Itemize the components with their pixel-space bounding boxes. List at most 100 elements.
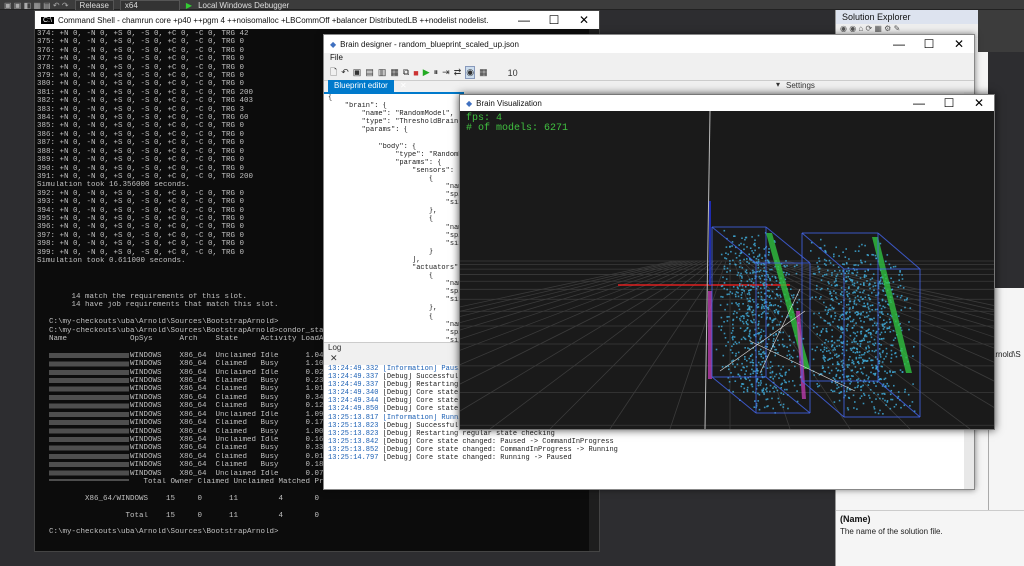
play-icon[interactable]: ▶ bbox=[186, 1, 192, 10]
neuron-dot bbox=[749, 337, 752, 339]
viz-maximize-button[interactable]: ☐ bbox=[934, 95, 964, 111]
neuron-dot bbox=[875, 257, 877, 260]
json-editor[interactable]: { "brain": { "name": "RandomModel", "typ… bbox=[324, 92, 464, 342]
neuron-dot bbox=[748, 307, 750, 309]
neuron-dot bbox=[854, 401, 856, 403]
step-count-field[interactable]: 10 bbox=[508, 68, 518, 78]
neuron-dot bbox=[760, 296, 763, 298]
neuron-dot bbox=[875, 356, 877, 358]
neuron-dot bbox=[824, 342, 826, 344]
neuron-dot bbox=[763, 248, 766, 250]
neuron-dot bbox=[812, 358, 815, 361]
neuron-dot bbox=[900, 294, 903, 297]
minimize-button[interactable]: — bbox=[509, 11, 539, 29]
neuron-dot bbox=[774, 297, 777, 299]
designer-titlebar[interactable]: ◆ Brain designer - random_blueprint_scal… bbox=[324, 35, 974, 53]
run-icon[interactable]: ▶ bbox=[423, 67, 430, 78]
neuron-dot bbox=[873, 317, 875, 320]
neuron-dot bbox=[744, 356, 746, 358]
viz-close-button[interactable]: ✕ bbox=[964, 95, 994, 111]
neuron-dot bbox=[757, 255, 759, 258]
debugger-button[interactable]: Local Windows Debugger bbox=[198, 1, 289, 10]
neuron-dot bbox=[864, 270, 866, 273]
neuron-dot bbox=[816, 346, 818, 348]
maximize-button[interactable]: ☐ bbox=[539, 11, 569, 29]
neuron-dot bbox=[849, 356, 851, 358]
neuron-dot bbox=[749, 355, 752, 357]
export-icon[interactable]: ▦ bbox=[390, 67, 399, 78]
neuron-dot bbox=[772, 407, 774, 410]
neuron-dot bbox=[883, 358, 885, 360]
save-all-icon[interactable]: ▥ bbox=[378, 67, 387, 78]
eye-icon[interactable]: ◉ bbox=[465, 66, 476, 79]
neuron-dot bbox=[778, 372, 781, 375]
neuron-dot bbox=[849, 307, 851, 309]
step-icon[interactable]: ⇥ bbox=[442, 67, 450, 78]
neuron-dot bbox=[760, 335, 763, 337]
designer-maximize-button[interactable]: ☐ bbox=[914, 35, 944, 53]
neuron-dot bbox=[723, 268, 726, 270]
neuron-dot bbox=[758, 332, 760, 335]
neuron-dot bbox=[746, 312, 749, 314]
neuron-dot bbox=[863, 289, 865, 292]
log-close-icon[interactable]: ✕ bbox=[330, 353, 338, 364]
json-line: "name" bbox=[328, 223, 464, 232]
menu-file[interactable]: File bbox=[330, 53, 343, 62]
neuron-dot bbox=[886, 372, 888, 374]
neuron-dot bbox=[731, 352, 734, 354]
neuron-dot bbox=[832, 363, 834, 366]
neuron-dot bbox=[904, 388, 906, 391]
step-over-icon[interactable]: ⇄ bbox=[454, 67, 462, 78]
neuron-dot bbox=[763, 393, 765, 395]
neuron-dot bbox=[760, 291, 763, 294]
copy-icon[interactable]: ⧉ bbox=[403, 67, 409, 78]
neuron-dot bbox=[757, 324, 759, 326]
settings-dropdown-icon[interactable]: ▾ bbox=[776, 80, 780, 89]
vs-toolbar-row: ▣ ▣ ◧ ▦ ▤ ↶ ↷ Release x64 ▶ Local Window… bbox=[0, 0, 440, 11]
designer-close-button[interactable]: ✕ bbox=[944, 35, 974, 53]
neuron-dot bbox=[848, 300, 851, 303]
pause-icon[interactable]: ⏸ bbox=[434, 67, 439, 78]
neuron-dot bbox=[756, 372, 758, 375]
tab-close-icon[interactable]: ✕ bbox=[400, 80, 407, 92]
undo-icon[interactable]: ↶ bbox=[341, 67, 349, 78]
blueprint-tab[interactable]: Blueprint editor bbox=[328, 80, 394, 92]
neuron-dot bbox=[884, 331, 886, 333]
json-line: "body": { bbox=[328, 142, 417, 151]
console-line: 14 have job requirements that match this… bbox=[49, 301, 279, 310]
viz-minimize-button[interactable]: — bbox=[904, 95, 934, 111]
neuron-dot bbox=[861, 326, 864, 329]
neuron-dot bbox=[769, 302, 771, 304]
stop-icon[interactable]: ■ bbox=[413, 68, 418, 78]
neuron-dot bbox=[874, 254, 877, 257]
viz-background bbox=[460, 111, 994, 429]
close-button[interactable]: ✕ bbox=[569, 11, 599, 29]
viz-canvas[interactable] bbox=[460, 111, 994, 429]
neuron-dot bbox=[875, 324, 878, 327]
neuron-dot bbox=[770, 297, 773, 300]
platform-select[interactable]: x64 bbox=[119, 0, 180, 11]
save-icon[interactable]: ▤ bbox=[365, 67, 374, 78]
neuron-dot bbox=[822, 275, 824, 277]
neuron-dot bbox=[852, 346, 855, 349]
config-select[interactable]: Release bbox=[74, 0, 114, 11]
new-icon[interactable]: 🗋 bbox=[330, 65, 337, 81]
neuron-dot bbox=[822, 351, 824, 353]
neuron-dot bbox=[796, 264, 798, 266]
neuron-dot bbox=[894, 337, 897, 339]
neuron-dot bbox=[733, 336, 736, 338]
neuron-dot bbox=[798, 298, 801, 301]
neuron-dot bbox=[720, 253, 723, 256]
neuron-dot bbox=[741, 288, 744, 291]
neuron-dot bbox=[760, 307, 763, 310]
neuron-dot bbox=[734, 235, 736, 237]
designer-minimize-button[interactable]: — bbox=[884, 35, 914, 53]
open-icon[interactable]: ▣ bbox=[353, 67, 362, 78]
neuron-dot bbox=[777, 305, 779, 307]
neuron-dot bbox=[860, 320, 862, 322]
neuron-dot bbox=[793, 341, 795, 344]
neuron-dot bbox=[788, 353, 791, 356]
neuron-dot bbox=[856, 348, 858, 351]
neuron-dot bbox=[816, 262, 818, 264]
